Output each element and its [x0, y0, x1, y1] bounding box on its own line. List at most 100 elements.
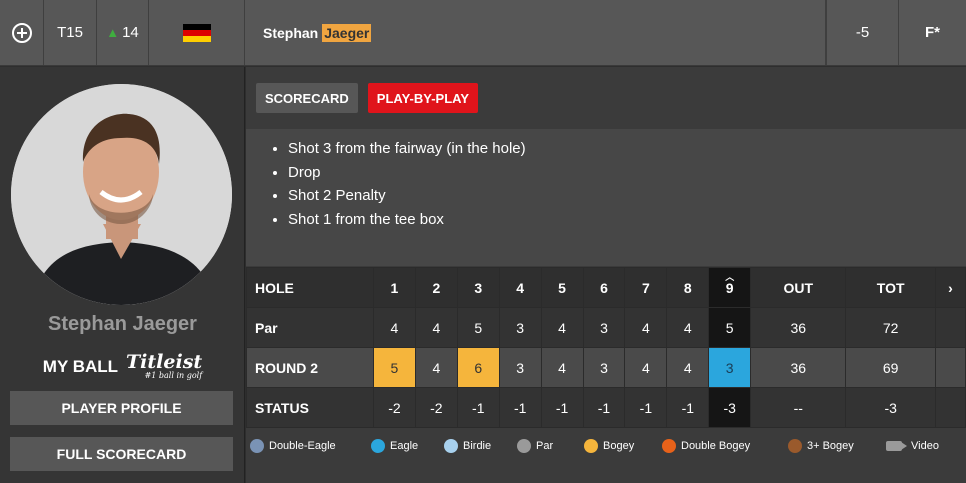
score-cell: 3: [582, 347, 626, 388]
par-cell: 36: [750, 307, 847, 348]
movement: ▲ 14: [97, 0, 149, 65]
video-camera-icon: [886, 441, 907, 451]
spacer: [935, 387, 966, 428]
player-sidebar: Stephan Jaeger MY BALL Titleist #1 ball …: [0, 67, 245, 483]
hole-cell[interactable]: 7: [624, 267, 668, 308]
par-cell: 4: [624, 307, 668, 348]
hole-cell[interactable]: 6: [582, 267, 626, 308]
score-legend: Double-Eagle Eagle Birdie Par Bogey Doub…: [250, 439, 939, 453]
score-cell-bogey: 6: [456, 347, 500, 388]
country-flag: [149, 0, 245, 65]
hole-cell-selected[interactable]: ︿ 9: [708, 267, 752, 308]
status-cell: -2: [414, 387, 458, 428]
scorecard-panel: SCORECARD PLAY-BY-PLAY Shot 3 from the f…: [246, 67, 966, 483]
play-by-play-list: Shot 3 from the fairway (in the hole) Dr…: [246, 129, 966, 266]
my-ball: MY BALL Titleist #1 ball in golf: [0, 353, 245, 380]
shot-item: Shot 3 from the fairway (in the hole): [288, 137, 966, 161]
status-cell: -3: [845, 387, 936, 428]
player-headshot: [11, 84, 232, 305]
score-cell: 3: [498, 347, 542, 388]
hole-label: HOLE: [246, 267, 374, 308]
add-player-button[interactable]: [0, 0, 44, 65]
status-cell: -1: [624, 387, 668, 428]
tab-play-by-play[interactable]: PLAY-BY-PLAY: [367, 83, 479, 113]
hole-cell[interactable]: 8: [666, 267, 710, 308]
out-header: OUT: [750, 267, 847, 308]
thru-status: F*: [925, 24, 940, 41]
score-cell: 4: [540, 347, 584, 388]
total-score: -5: [826, 0, 899, 65]
legend-item: Double-Eagle: [250, 439, 371, 453]
hole-row: HOLE 1 2 3 4 5 6 7 8 ︿ 9 OUT TOT ›: [246, 267, 966, 308]
score-cell-bogey: 5: [373, 347, 416, 388]
status-cell: --: [750, 387, 847, 428]
legend-item: Eagle: [371, 439, 444, 453]
double-eagle-dot-icon: [250, 439, 264, 453]
hole-cell[interactable]: 5: [540, 267, 584, 308]
par-dot-icon: [517, 439, 531, 453]
par-cell: 4: [373, 307, 416, 348]
status-cell: -3: [708, 387, 752, 428]
shot-item: Drop: [288, 161, 966, 185]
par-row: Par 4 4 5 3 4 3 4 4 5 36 72: [246, 307, 966, 348]
bogey-dot-icon: [584, 439, 598, 453]
my-ball-label: MY BALL: [42, 356, 119, 376]
tab-scorecard[interactable]: SCORECARD: [256, 83, 358, 113]
score-cell: 36: [750, 347, 847, 388]
tot-header: TOT: [845, 267, 936, 308]
tab-bar: SCORECARD PLAY-BY-PLAY: [256, 83, 479, 113]
par-cell: 4: [666, 307, 710, 348]
par-cell: 4: [414, 307, 458, 348]
full-scorecard-button[interactable]: FULL SCORECARD: [10, 437, 233, 471]
player-name-link[interactable]: Stephan Jaeger: [245, 0, 826, 65]
position: T15: [44, 0, 97, 65]
status-cell: -1: [456, 387, 500, 428]
score-cell: 4: [666, 347, 710, 388]
scorecard-table: HOLE 1 2 3 4 5 6 7 8 ︿ 9 OUT TOT › Par 4 …: [246, 267, 966, 428]
status-cell: -1: [540, 387, 584, 428]
legend-item: Video: [886, 440, 939, 452]
player-profile-button[interactable]: PLAYER PROFILE: [10, 391, 233, 425]
player-last-name: Jaeger: [322, 23, 372, 42]
status-cell: -1: [582, 387, 626, 428]
status-row: STATUS -2 -2 -1 -1 -1 -1 -1 -1 -3 -- -3: [246, 387, 966, 428]
eagle-dot-icon: [371, 439, 385, 453]
titleist-logo: Titleist #1 ball in golf: [126, 351, 203, 380]
leaderboard-row: T15 ▲ 14 Stephan Jaeger -5 F*: [0, 0, 966, 66]
player-first-name: Stephan: [263, 24, 319, 41]
round-row: ROUND 2 5 4 6 3 4 3 4 4 3 36 69: [246, 347, 966, 388]
hole-cell[interactable]: 4: [498, 267, 542, 308]
par-cell: 4: [540, 307, 584, 348]
next-holes-button[interactable]: ›: [935, 267, 966, 308]
hole-cell[interactable]: 1: [373, 267, 416, 308]
double-bogey-dot-icon: [662, 439, 676, 453]
status-cell: -1: [498, 387, 542, 428]
triple-bogey-dot-icon: [788, 439, 802, 453]
germany-flag-icon: [182, 23, 211, 42]
hole-cell[interactable]: 3: [456, 267, 500, 308]
par-cell: 5: [456, 307, 500, 348]
score-cell: 69: [845, 347, 936, 388]
score-cell: 4: [414, 347, 458, 388]
shot-item: Shot 1 from the tee box: [288, 208, 966, 232]
par-cell: 5: [708, 307, 752, 348]
legend-item: Par: [517, 439, 584, 453]
hole-cell[interactable]: 2: [414, 267, 458, 308]
status-cell: -1: [666, 387, 710, 428]
chevron-right-icon: ›: [948, 279, 953, 296]
plus-circle-icon: [11, 22, 32, 43]
spacer: [935, 347, 966, 388]
birdie-dot-icon: [444, 439, 458, 453]
status-cell: -2: [373, 387, 416, 428]
movement-value: 14: [122, 24, 139, 41]
player-name: Stephan Jaeger: [48, 313, 197, 335]
legend-item: Birdie: [444, 439, 517, 453]
legend-item: Bogey: [584, 439, 662, 453]
status-label: STATUS: [246, 387, 374, 428]
par-cell: 72: [845, 307, 936, 348]
par-label: Par: [246, 307, 374, 348]
arrow-up-icon: ▲: [106, 25, 120, 40]
par-cell: 3: [498, 307, 542, 348]
shot-item: Shot 2 Penalty: [288, 184, 966, 208]
score-cell: 4: [624, 347, 668, 388]
